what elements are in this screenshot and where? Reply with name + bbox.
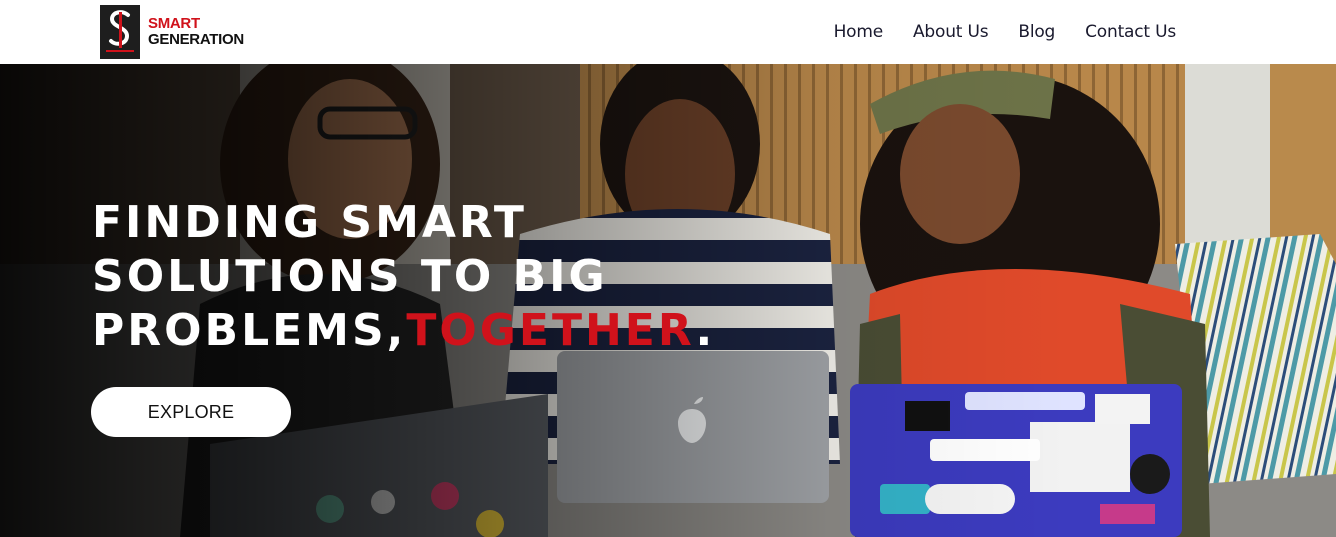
nav-item-home[interactable]: Home: [834, 22, 884, 42]
explore-button[interactable]: EXPLORE: [91, 387, 291, 437]
headline-line-3: PROBLEMS,TOGETHER.: [92, 304, 732, 358]
nav-item-blog[interactable]: Blog: [1018, 22, 1055, 42]
headline-line-3-suffix: .: [695, 305, 716, 356]
brand-line-2: GENERATION: [148, 31, 244, 48]
headline-line-2: SOLUTIONS TO BIG: [92, 251, 608, 302]
headline-line-3-prefix: PROBLEMS,: [92, 305, 407, 356]
nav-item-contact-us[interactable]: Contact Us: [1085, 22, 1176, 42]
hero-section: FINDING SMART SOLUTIONS TO BIG PROBLEMS,…: [0, 64, 1336, 537]
main-nav: Home About Us Blog Contact Us: [834, 0, 1177, 64]
hero-headline: FINDING SMART SOLUTIONS TO BIG PROBLEMS,…: [92, 196, 732, 358]
smart-generation-logo-icon: [100, 5, 140, 59]
headline-accent-word: TOGETHER: [406, 305, 696, 356]
brand-logo-link[interactable]: SMART GENERATION: [100, 5, 244, 59]
site-header: SMART GENERATION Home About Us Blog Cont…: [0, 0, 1336, 64]
brand-wordmark: SMART GENERATION: [148, 16, 244, 48]
headline-line-1: FINDING SMART: [92, 197, 527, 248]
brand-line-1: SMART: [148, 15, 200, 32]
nav-item-about-us[interactable]: About Us: [913, 22, 989, 42]
